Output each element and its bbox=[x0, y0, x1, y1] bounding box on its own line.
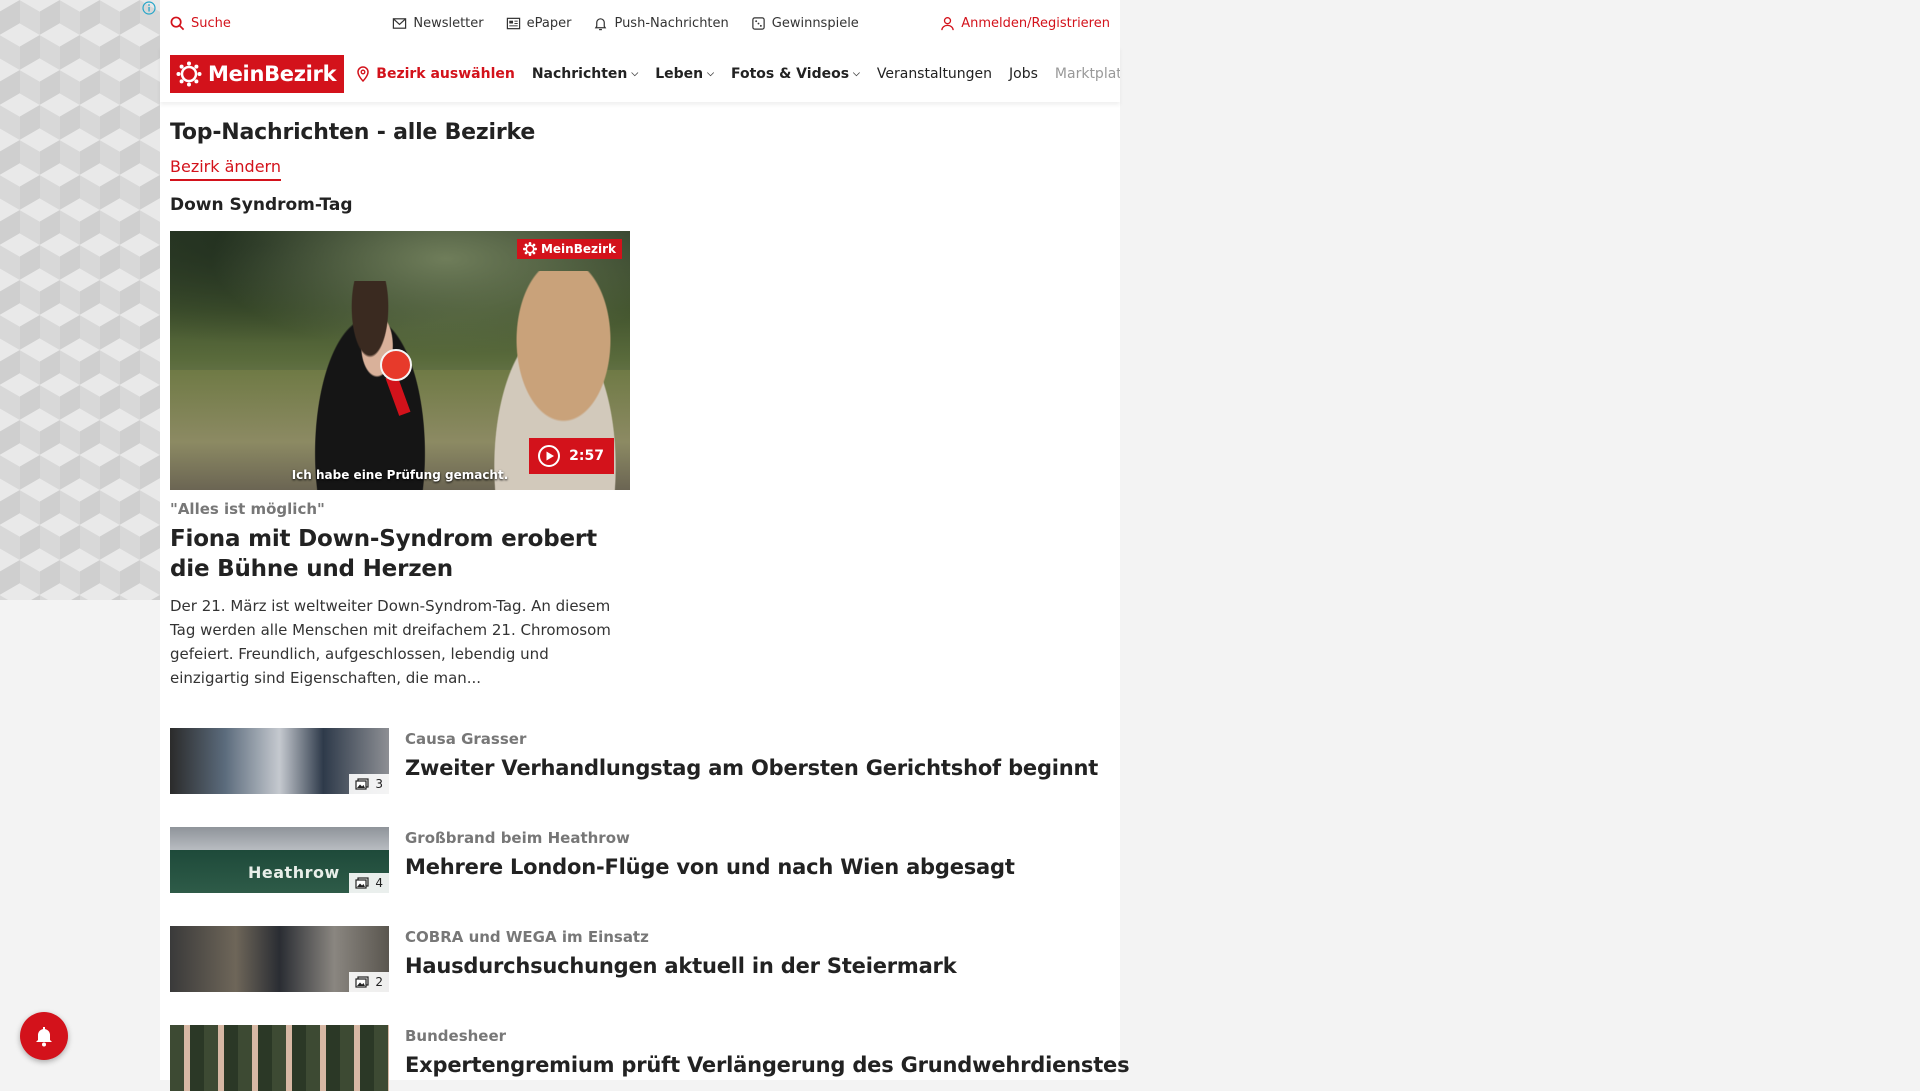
news-list: 3 Causa Grasser Zweiter Verhandlungstag … bbox=[170, 728, 1130, 1091]
main-navigation: MeinBezirk Bezirk auswählen Nachrichten … bbox=[160, 46, 1120, 102]
search-link[interactable]: Suche bbox=[170, 16, 231, 31]
gallery-count: 4 bbox=[349, 873, 389, 893]
bell-icon bbox=[36, 1027, 52, 1047]
list-kicker: Causa Grasser bbox=[405, 730, 527, 748]
article-thumbnail[interactable]: 3 bbox=[170, 728, 389, 794]
article-thumbnail[interactable]: Heathrow 4 bbox=[170, 827, 389, 893]
utility-bar: Suche Newsletter ePaper Push-Nachrichten… bbox=[160, 0, 1120, 46]
epaper-link[interactable]: ePaper bbox=[506, 15, 572, 31]
dice-icon bbox=[752, 16, 765, 30]
list-kicker: Großbrand beim Heathrow bbox=[405, 829, 630, 847]
district-selector[interactable]: Bezirk auswählen bbox=[356, 66, 515, 82]
nav-item-label: Veranstaltungen bbox=[876, 66, 993, 82]
chevron-down-icon: ⌵ bbox=[853, 69, 860, 79]
list-headline[interactable]: Mehrere London-Flüge von und nach Wien a… bbox=[405, 855, 1015, 879]
list-item-text: COBRA und WEGA im Einsatz Hausdurchsuchu… bbox=[405, 926, 957, 992]
newsletter-label: Newsletter bbox=[413, 15, 484, 31]
location-pin-icon bbox=[357, 66, 370, 82]
chevron-down-icon: ⌵ bbox=[707, 69, 714, 79]
login-label: Anmelden/Registrieren bbox=[961, 15, 1110, 31]
video-duration-button[interactable]: 2:57 bbox=[529, 438, 614, 474]
contests-link[interactable]: Gewinnspiele bbox=[751, 16, 859, 31]
gallery-count: 3 bbox=[349, 774, 389, 794]
nav-item-fotos-videos[interactable]: Fotos & Videos ⌵ bbox=[731, 66, 860, 82]
list-item-text: Bundesheer Expertengremium prüft Verläng… bbox=[405, 1025, 1130, 1091]
list-item-text: Causa Grasser Zweiter Verhandlungstag am… bbox=[405, 728, 1098, 794]
list-kicker: COBRA und WEGA im Einsatz bbox=[405, 928, 649, 946]
nav-item-jobs[interactable]: Jobs bbox=[1009, 66, 1038, 82]
lead-video-thumbnail[interactable]: Ich habe eine Prüfung gemacht. MeinBezir… bbox=[170, 231, 630, 490]
list-item[interactable]: Heathrow 4 Großbrand beim Heathrow Mehre… bbox=[170, 827, 1110, 893]
article-thumbnail[interactable] bbox=[170, 1025, 389, 1091]
contests-label: Gewinnspiele bbox=[771, 15, 859, 31]
lead-kicker: "Alles ist möglich" bbox=[170, 500, 325, 518]
search-icon bbox=[170, 16, 185, 30]
bell-icon bbox=[595, 17, 607, 30]
search-label: Suche bbox=[191, 15, 231, 31]
login-link[interactable]: Anmelden/Registrieren bbox=[940, 16, 1110, 31]
nav-item-label: Leben bbox=[655, 66, 704, 82]
list-headline[interactable]: Expertengremium prüft Verlängerung des G… bbox=[405, 1053, 1130, 1077]
sun-logo-icon bbox=[176, 61, 202, 87]
nav-item-marktplatz[interactable]: Marktplatz bbox=[1055, 66, 1120, 82]
nav-item-nachrichten[interactable]: Nachrichten ⌵ bbox=[532, 66, 638, 82]
list-headline[interactable]: Hausdurchsuchungen aktuell in der Steier… bbox=[405, 954, 957, 978]
gallery-icon bbox=[355, 877, 369, 889]
list-kicker: Bundesheer bbox=[405, 1027, 507, 1045]
site-logo[interactable]: MeinBezirk bbox=[170, 55, 345, 93]
brand-badge: MeinBezirk bbox=[516, 239, 622, 259]
sun-logo-icon bbox=[522, 242, 537, 256]
push-label: Push-Nachrichten bbox=[614, 15, 729, 31]
nav-item-label: Jobs bbox=[1009, 66, 1038, 82]
district-label: Bezirk auswählen bbox=[376, 66, 515, 82]
page-title: Top-Nachrichten - alle Bezirke bbox=[170, 120, 536, 145]
list-headline[interactable]: Zweiter Verhandlungstag am Obersten Geri… bbox=[405, 756, 1098, 780]
newsletter-link[interactable]: Newsletter bbox=[392, 15, 484, 31]
nav-item-label: Fotos & Videos bbox=[730, 66, 850, 82]
gallery-count-value: 2 bbox=[375, 975, 383, 989]
ad-info-icon[interactable] bbox=[140, 0, 158, 16]
epaper-label: ePaper bbox=[526, 15, 572, 31]
article-thumbnail[interactable]: 2 bbox=[170, 926, 389, 992]
badge-label: MeinBezirk bbox=[540, 242, 616, 256]
gallery-icon bbox=[355, 976, 369, 988]
gallery-count-value: 4 bbox=[375, 876, 383, 890]
nav-item-label: Marktplatz bbox=[1054, 66, 1120, 82]
push-link[interactable]: Push-Nachrichten bbox=[593, 15, 729, 31]
list-item[interactable]: 3 Causa Grasser Zweiter Verhandlungstag … bbox=[170, 728, 1110, 794]
mail-icon bbox=[393, 17, 407, 29]
nav-item-leben[interactable]: Leben ⌵ bbox=[655, 66, 714, 82]
image-person bbox=[300, 281, 440, 490]
notification-bell-button[interactable] bbox=[20, 1012, 68, 1060]
newspaper-icon bbox=[506, 17, 520, 29]
play-icon bbox=[538, 445, 561, 467]
advertisement-skyscraper[interactable] bbox=[0, 0, 160, 600]
lead-headline[interactable]: Fiona mit Down-Syndrom erobert die Bühne… bbox=[170, 524, 630, 584]
lead-teaser: Der 21. März ist weltweiter Down-Syndrom… bbox=[170, 597, 611, 687]
gallery-count: 2 bbox=[349, 972, 389, 992]
duration-label: 2:57 bbox=[569, 448, 604, 464]
nav-item-label: Nachrichten bbox=[531, 66, 628, 82]
page-container: Suche Newsletter ePaper Push-Nachrichten… bbox=[160, 0, 1130, 1091]
main-content: Top-Nachrichten - alle Bezirke Bezirk än… bbox=[160, 120, 1130, 1091]
microphone-head bbox=[380, 349, 412, 381]
change-district-link[interactable]: Bezirk ändern bbox=[170, 157, 281, 181]
gallery-icon bbox=[355, 778, 369, 790]
thumbnail-sign-text: Heathrow bbox=[248, 863, 340, 882]
gallery-count-value: 3 bbox=[375, 777, 383, 791]
nav-item-veranstaltungen[interactable]: Veranstaltungen bbox=[877, 66, 992, 82]
list-item[interactable]: 2 COBRA und WEGA im Einsatz Hausdurchsuc… bbox=[170, 926, 1110, 992]
list-item-text: Großbrand beim Heathrow Mehrere London-F… bbox=[405, 827, 1015, 893]
topic-title[interactable]: Down Syndrom-Tag bbox=[170, 195, 1110, 215]
user-icon bbox=[941, 16, 955, 30]
logo-text: MeinBezirk bbox=[208, 62, 337, 86]
chevron-down-icon: ⌵ bbox=[631, 69, 639, 79]
list-item[interactable]: Bundesheer Expertengremium prüft Verläng… bbox=[170, 1025, 1130, 1091]
